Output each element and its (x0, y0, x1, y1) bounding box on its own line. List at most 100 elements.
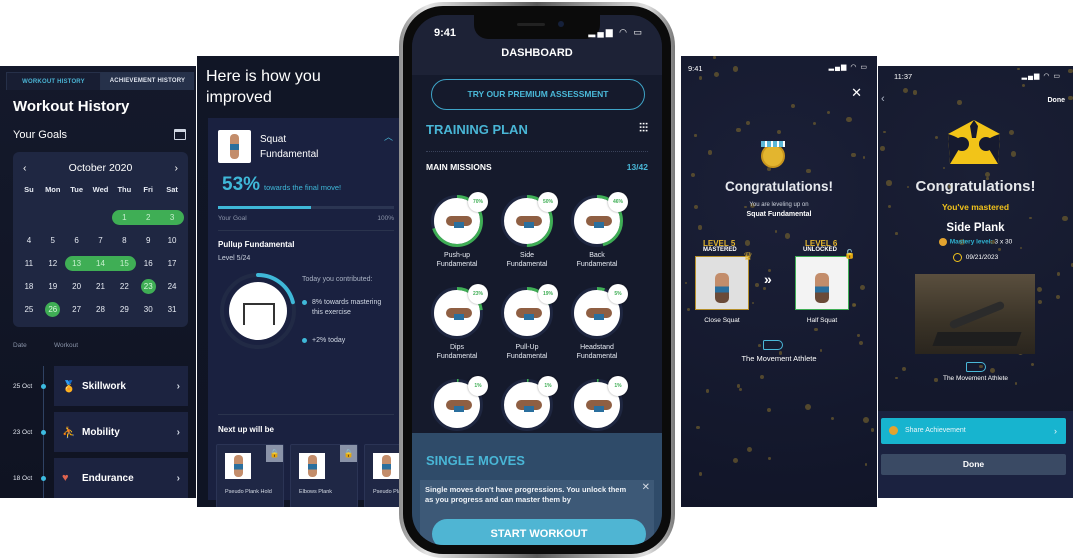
exercise-title: Squat Fundamental (260, 134, 319, 160)
calendar-day[interactable]: 9 (136, 233, 160, 248)
mastery-label: Mastery level: (949, 238, 993, 246)
next-exercise-label: Pseudo Plank Hold (225, 489, 272, 495)
calendar-day[interactable]: 2 (136, 210, 161, 225)
mission-percent-badge: 50% (538, 192, 558, 212)
weekday-label: Mon (45, 185, 61, 194)
exercise-figure (234, 455, 243, 477)
notch (474, 15, 600, 39)
calendar-day[interactable]: 29 (112, 302, 136, 317)
status-time: 9:41 (434, 27, 457, 39)
calendar-day[interactable]: 24 (160, 279, 184, 294)
progress-bar (218, 206, 394, 209)
share-achievement-button[interactable]: Share Achievement › (881, 418, 1066, 444)
mission-circle: 23% (431, 284, 488, 339)
start-workout-button[interactable]: START WORKOUT (432, 519, 646, 545)
calendar-day[interactable]: 12 (41, 256, 65, 271)
status-icons: ▂▄▆ ◠ ▭ (828, 64, 868, 71)
calendar-day[interactable]: 22 (112, 279, 136, 294)
mission-label: Pull-Up Fundamental (506, 344, 548, 360)
status-icons: ▂▄▆ ◠ ▭ (588, 27, 644, 37)
calendar-day[interactable]: 6 (65, 233, 89, 248)
weekday-label: Wed (92, 185, 109, 194)
brand-logo-icon (966, 362, 986, 372)
unlocked-exercise-image (795, 256, 849, 310)
mission-item[interactable]: 50% Side Fundamental (500, 192, 558, 269)
mission-item[interactable]: 19% Pull-Up Fundamental (500, 284, 558, 361)
calendar-day[interactable]: 10 (160, 233, 184, 248)
sparkle-decoration (697, 225, 703, 230)
next-month-button[interactable]: › (174, 162, 178, 174)
calendar-day[interactable]: 11 (17, 256, 41, 271)
calendar-day[interactable]: 3 (160, 210, 184, 225)
collapse-chevron-icon[interactable]: ︿ (384, 130, 393, 143)
calendar-day[interactable]: 16 (136, 256, 160, 271)
sparkle-decoration (1067, 68, 1073, 74)
filter-icon[interactable]: ⫶⫶⫶ (639, 121, 648, 136)
calendar-day[interactable]: 26 (45, 302, 61, 317)
calendar-day[interactable]: 1 (112, 210, 137, 225)
weekday-label: Su (24, 185, 34, 194)
workout-history-screen: WORKOUT HISTORY ACHIEVEMENT HISTORY Work… (0, 66, 196, 498)
done-link[interactable]: Done (1048, 97, 1066, 104)
calendar-day[interactable]: 13 (64, 256, 89, 271)
sparkle-decoration (694, 134, 697, 137)
next-exercise-card[interactable]: 🔒 Pseudo Plank Hold (216, 444, 284, 507)
workout-entry-skillwork[interactable]: 🏅 Skillwork › (54, 366, 188, 406)
sparkle-decoration (685, 281, 688, 284)
calendar-day[interactable]: 4 (17, 233, 41, 248)
mission-item[interactable]: 1% (430, 376, 488, 435)
sparkle-decoration (857, 334, 860, 337)
sparkle-decoration (1017, 67, 1020, 71)
done-button[interactable]: Done (881, 454, 1066, 475)
mission-item[interactable]: 1% (570, 376, 628, 435)
calendar-day[interactable]: 30 (136, 302, 160, 317)
back-icon[interactable]: ‹ (881, 93, 885, 105)
calendar-icon[interactable] (174, 129, 186, 140)
calendar-day[interactable]: 19 (41, 279, 65, 294)
mission-item[interactable]: 23% Dips Fundamental (430, 284, 488, 361)
close-icon[interactable]: ✕ (642, 482, 650, 493)
workout-entry-endurance[interactable]: ♥ Endurance › (54, 458, 188, 498)
close-icon[interactable]: ✕ (851, 85, 862, 101)
crown-icon: ♛ (743, 251, 753, 263)
calendar-day[interactable]: 18 (17, 279, 41, 294)
sparkle-decoration (754, 282, 759, 287)
sparkle-decoration (744, 240, 751, 246)
sparkle-decoration (870, 428, 875, 432)
sparkle-decoration (826, 111, 830, 115)
calendar-day[interactable]: 7 (89, 233, 113, 248)
next-exercise-card[interactable]: Pseudo Plank Hold (364, 444, 401, 507)
calendar-day[interactable]: 20 (65, 279, 89, 294)
mission-circle: 19% (501, 284, 558, 339)
calendar-day[interactable]: 8 (112, 233, 136, 248)
chevron-right-icon: › (176, 380, 180, 392)
mission-item[interactable]: 5% Headstand Fundamental (570, 284, 628, 361)
entry-date: 18 Oct (13, 475, 33, 482)
mission-figure-shorts (594, 222, 604, 228)
mission-item[interactable]: 70% Push-up Fundamental (430, 192, 488, 269)
workout-entry-mobility[interactable]: ⛹ Mobility › (54, 412, 188, 452)
tab-achievement-history[interactable]: ACHIEVEMENT HISTORY (101, 72, 194, 90)
lock-icon: 🔒 (266, 445, 283, 462)
tab-workout-history[interactable]: WORKOUT HISTORY (6, 72, 101, 90)
single-moves-title: SINGLE MOVES (426, 453, 525, 468)
sparkle-decoration (696, 426, 700, 430)
calendar-day[interactable]: 14 (88, 256, 113, 271)
mission-item[interactable]: 1% (500, 376, 558, 435)
arrow-icon: » (764, 271, 772, 287)
calendar-day[interactable]: 15 (112, 256, 137, 271)
sparkle-decoration (846, 117, 852, 123)
calendar-day[interactable]: 27 (65, 302, 89, 317)
calendar-day[interactable]: 28 (89, 302, 113, 317)
mission-item[interactable]: 46% Back Fundamental (570, 192, 628, 269)
calendar-day[interactable]: 31 (160, 302, 184, 317)
calendar-day[interactable]: 5 (41, 233, 65, 248)
calendar-day[interactable]: 25 (17, 302, 41, 317)
sparkle-decoration (747, 446, 753, 452)
prev-month-button[interactable]: ‹ (23, 162, 27, 174)
calendar-day[interactable]: 17 (160, 256, 184, 271)
calendar-day[interactable]: 23 (140, 279, 156, 294)
premium-assessment-button[interactable]: TRY OUR PREMIUM ASSESSMENT (431, 79, 645, 110)
next-exercise-card[interactable]: 🔒 Elbows Plank (290, 444, 358, 507)
calendar-day[interactable]: 21 (89, 279, 113, 294)
